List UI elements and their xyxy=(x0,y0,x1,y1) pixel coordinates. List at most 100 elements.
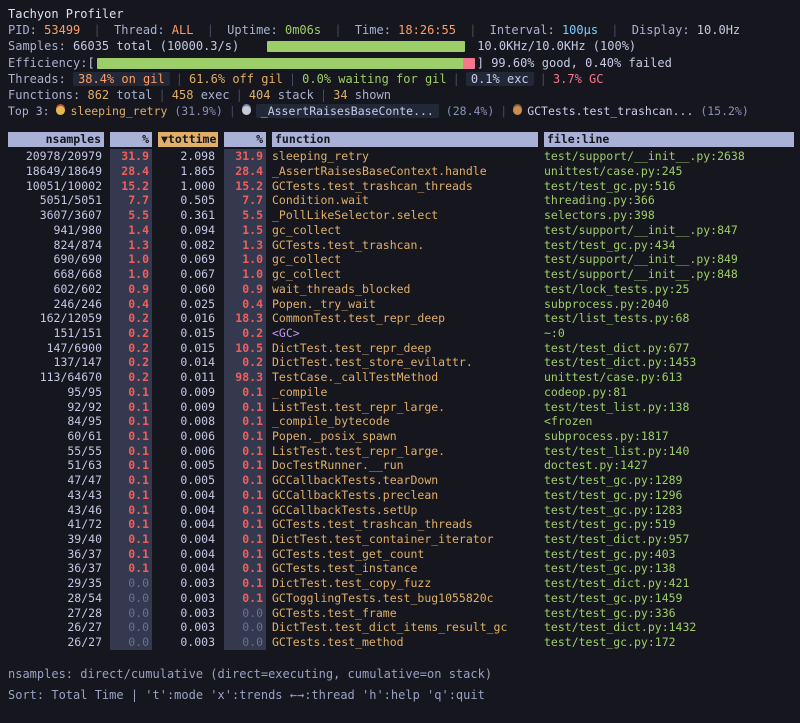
file-line-cell: test/test_dict.py:1453 xyxy=(544,355,794,370)
time-label: Time: xyxy=(355,23,391,37)
separator: | xyxy=(207,23,214,37)
function-cell: TestCase._callTestMethod xyxy=(272,370,538,385)
direct-pct-cell: 0.1 xyxy=(110,488,152,503)
function-cell: _compile_bytecode xyxy=(272,414,538,429)
table-row: 18649/1864928.41.86528.4_AssertRaisesBas… xyxy=(8,164,794,179)
cumulative-pct-cell: 0.1 xyxy=(224,503,266,518)
cumulative-pct-cell: 1.5 xyxy=(224,223,266,238)
direct-pct-cell: 5.5 xyxy=(110,208,152,223)
nsamples-cell: 36/37 xyxy=(8,561,104,576)
table-row: 51/630.10.0050.1DocTestRunner.__rundocte… xyxy=(8,458,794,473)
nsamples-cell: 20978/20979 xyxy=(8,149,104,164)
cumulative-pct-cell: 0.1 xyxy=(224,547,266,562)
cumulative-pct-cell: 1.3 xyxy=(224,238,266,253)
nsamples-cell: 668/668 xyxy=(8,267,104,282)
separator: | xyxy=(236,88,243,102)
tottime-cell: 0.004 xyxy=(158,532,218,547)
file-line-cell: test/test_gc.py:519 xyxy=(544,517,794,532)
efficiency-bar-good xyxy=(97,58,463,69)
function-cell: GCTests.test_get_count xyxy=(272,547,538,562)
cumulative-pct-cell: 0.1 xyxy=(224,385,266,400)
column-header-4[interactable]: function xyxy=(272,132,538,147)
uptime-label: Uptime: xyxy=(227,23,278,37)
direct-pct-cell: 0.4 xyxy=(110,297,152,312)
table-row: 41/720.10.0040.1GCTests.test_trashcan_th… xyxy=(8,517,794,532)
tottime-cell: 0.003 xyxy=(158,606,218,621)
nsamples-cell: 51/63 xyxy=(8,458,104,473)
interval-label: Interval: xyxy=(490,23,555,37)
samples-line: Samples: 66035 total (10000.3/s)10.0KHz/… xyxy=(8,38,800,54)
separator: | xyxy=(611,23,618,37)
file-line-cell: test/test_gc.py:516 xyxy=(544,179,794,194)
tottime-cell: 0.067 xyxy=(158,267,218,282)
table-row: 36/370.10.0040.1GCTests.test_instancetes… xyxy=(8,561,794,576)
function-cell: GCTests.test_instance xyxy=(272,561,538,576)
tottime-cell: 0.003 xyxy=(158,635,218,650)
separator: | xyxy=(289,72,296,86)
cumulative-pct-cell: 0.4 xyxy=(224,297,266,312)
tottime-cell: 0.006 xyxy=(158,444,218,459)
direct-pct-cell: 1.3 xyxy=(110,238,152,253)
nsamples-cell: 41/72 xyxy=(8,517,104,532)
nsamples-cell: 39/40 xyxy=(8,532,104,547)
column-header-1[interactable]: % xyxy=(110,132,152,147)
cumulative-pct-cell: 0.1 xyxy=(224,517,266,532)
cumulative-pct-cell: 5.5 xyxy=(224,208,266,223)
table-row: 113/646700.20.01198.3TestCase._callTestM… xyxy=(8,370,794,385)
function-cell: GCTests.test_trashcan_threads xyxy=(272,517,538,532)
cumulative-pct-cell: 0.2 xyxy=(224,326,266,341)
column-header-2[interactable]: ▼tottime xyxy=(158,132,218,147)
nsamples-cell: 3607/3607 xyxy=(8,208,104,223)
direct-pct-cell: 15.2 xyxy=(110,179,152,194)
cumulative-pct-cell: 0.1 xyxy=(224,400,266,415)
direct-pct-cell: 0.2 xyxy=(110,326,152,341)
tachyon-profiler-window: Tachyon Profiler PID: 53499 | Thread: AL… xyxy=(0,0,800,723)
function-cell: <GC> xyxy=(272,326,538,341)
direct-pct-cell: 0.1 xyxy=(110,547,152,562)
direct-pct-cell: 0.1 xyxy=(110,414,152,429)
cumulative-pct-cell: 0.1 xyxy=(224,591,266,606)
function-cell: Popen._try_wait xyxy=(272,297,538,312)
direct-pct-cell: 0.1 xyxy=(110,385,152,400)
nsamples-cell: 151/151 xyxy=(8,326,104,341)
tottime-cell: 0.004 xyxy=(158,488,218,503)
function-cell: CommonTest.test_repr_deep xyxy=(272,311,538,326)
cumulative-pct-cell: 0.2 xyxy=(224,355,266,370)
table-row: 28/540.00.0030.1GCTogglingTests.test_bug… xyxy=(8,591,794,606)
file-line-cell: unittest/case.py:245 xyxy=(544,164,794,179)
table-row: 137/1470.20.0140.2DictTest.test_store_ev… xyxy=(8,355,794,370)
cumulative-pct-cell: 31.9 xyxy=(224,149,266,164)
display-label: Display: xyxy=(632,23,690,37)
table-row: 10051/1000215.21.00015.2GCTests.test_tra… xyxy=(8,179,794,194)
cumulative-pct-cell: 0.1 xyxy=(224,488,266,503)
bar-open-bracket: [ xyxy=(87,56,94,70)
column-header-5[interactable]: file:line xyxy=(544,132,794,147)
nsamples-cell: 5051/5051 xyxy=(8,193,104,208)
nsamples-cell: 26/27 xyxy=(8,635,104,650)
file-line-cell: test/support/__init__.py:848 xyxy=(544,267,794,282)
direct-pct-cell: 1.0 xyxy=(110,252,152,267)
direct-pct-cell: 0.1 xyxy=(110,503,152,518)
file-line-cell: doctest.py:1427 xyxy=(544,458,794,473)
direct-pct-cell: 0.1 xyxy=(110,400,152,415)
table-row: 824/8741.30.0821.3GCTests.test_trashcan.… xyxy=(8,238,794,253)
file-line-cell: subprocess.py:2040 xyxy=(544,297,794,312)
interval-value: 100μs xyxy=(562,23,598,37)
top3-functions: sleeping_retry (31.9%)|_AssertRaisesBase… xyxy=(56,104,748,118)
table-row: 20978/2097931.92.09831.9sleeping_retryte… xyxy=(8,149,794,164)
tottime-cell: 0.005 xyxy=(158,458,218,473)
column-header-0[interactable]: nsamples xyxy=(8,132,104,147)
uptime-value: 0m06s xyxy=(285,23,321,37)
top3-label: Top 3: xyxy=(8,104,50,118)
table-row: 147/69000.20.01510.5DictTest.test_repr_d… xyxy=(8,341,794,356)
tottime-cell: 0.016 xyxy=(158,311,218,326)
column-header-3[interactable]: % xyxy=(224,132,266,147)
cumulative-pct-cell: 0.0 xyxy=(224,635,266,650)
top-function-name: _AssertRaisesBaseConte... xyxy=(256,104,439,118)
functions-label: Functions: xyxy=(8,88,80,102)
tottime-cell: 0.003 xyxy=(158,591,218,606)
function-count-value: 458 xyxy=(172,88,194,102)
file-line-cell: test/test_list.py:138 xyxy=(544,400,794,415)
thread-stat: 38.4% on gil xyxy=(73,72,170,86)
function-cell: ListTest.test_repr_large.<locals>.check xyxy=(272,400,538,415)
